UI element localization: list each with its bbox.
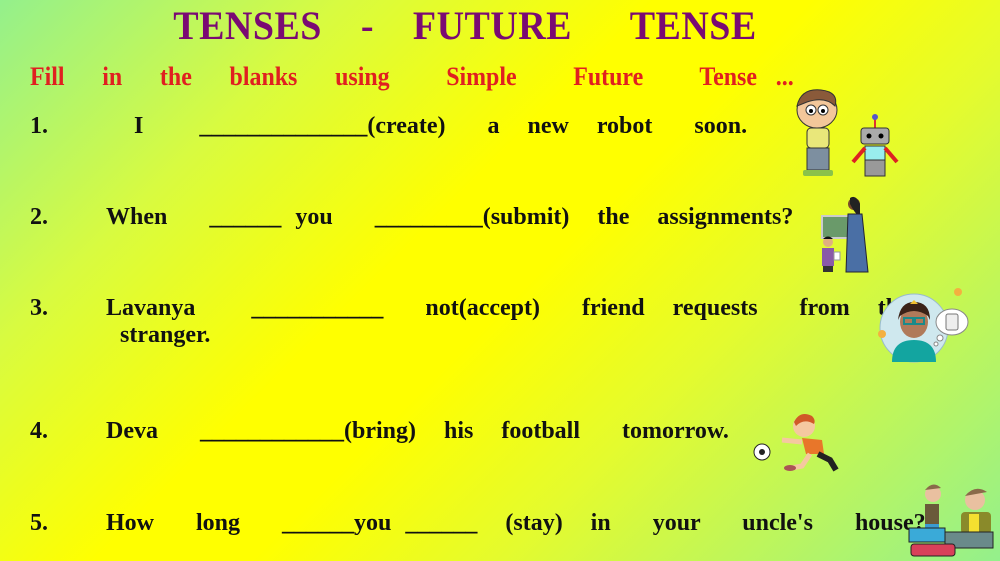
question-number: 5. xyxy=(30,510,48,536)
teacher-and-student-illustration xyxy=(821,196,869,273)
question-text: Deva ____________(bring) his football to… xyxy=(106,418,729,444)
suitcase-icon xyxy=(908,527,994,557)
question-2: 2. When ______ you _________(submit) the … xyxy=(30,204,793,231)
boy-and-robot-illustration xyxy=(796,89,899,177)
student-icon xyxy=(822,236,841,272)
question-number: 2. xyxy=(30,204,48,230)
question-text: When ______ you _________(submit) the as… xyxy=(106,204,794,230)
question-number: 1. xyxy=(30,113,48,139)
page-title: TENSES - FUTURE TENSE xyxy=(173,3,757,48)
question-1: 1. I ______________(create) a new robot … xyxy=(30,113,747,140)
board-icon xyxy=(821,215,851,239)
instruction-text: Fill in the blanks using Simple Future T… xyxy=(30,62,794,91)
question-text: I ______________(create) a new robot soo… xyxy=(106,113,748,139)
football-icon xyxy=(753,443,771,461)
question-text: Lavanya ___________ not(accept) friend r… xyxy=(106,295,910,321)
boy-icon xyxy=(796,89,838,176)
question-number: 3. xyxy=(30,295,48,321)
question-text: How long ______you ______ (stay) in your… xyxy=(106,510,926,536)
man-right-icon xyxy=(961,488,991,534)
question-5: 5. How long ______you ______ (stay) in yo… xyxy=(30,510,926,537)
question-3: 3. Lavanya ___________ not(accept) friend… xyxy=(30,295,910,349)
boy-kicking-football-illustration xyxy=(753,414,839,472)
question-number: 4. xyxy=(30,418,48,444)
man-left-icon xyxy=(925,484,941,534)
teacher-icon xyxy=(845,196,869,273)
question-continuation: stranger. xyxy=(120,322,211,348)
boy-icon xyxy=(781,414,839,472)
girl-thinking-illustration xyxy=(878,288,969,363)
two-men-with-suitcases-illustration xyxy=(908,484,994,557)
question-4: 4. Deva ____________(bring) his football … xyxy=(30,418,729,445)
robot-icon xyxy=(851,114,899,177)
